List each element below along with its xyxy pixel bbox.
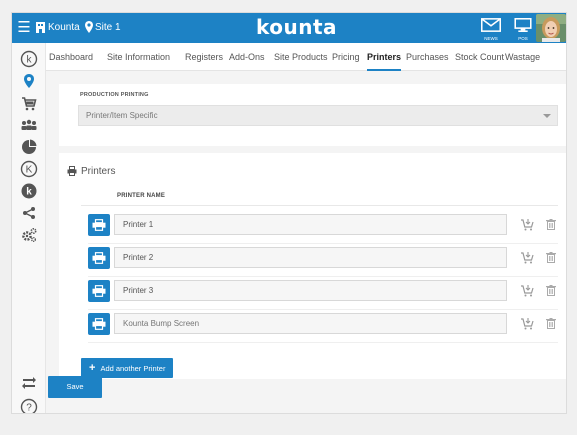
row-divider bbox=[88, 243, 558, 244]
store-icon bbox=[36, 22, 45, 33]
svg-text:k: k bbox=[27, 55, 33, 66]
printer-icon bbox=[92, 318, 106, 330]
row-divider bbox=[88, 342, 558, 343]
tab-dashboard[interactable]: Dashboard bbox=[49, 43, 93, 71]
printer-name-input[interactable] bbox=[114, 313, 507, 334]
tab-site-products[interactable]: Site Products bbox=[274, 43, 328, 71]
production-printing-label: PRODUCTION PRINTING bbox=[80, 92, 149, 98]
news-label: NEWS bbox=[484, 36, 498, 41]
kounta-circle-filled-icon[interactable]: k bbox=[19, 181, 39, 201]
sidebar: k K k ? bbox=[12, 43, 46, 414]
add-printer-button[interactable]: + Add another Printer bbox=[81, 358, 173, 378]
location-pin-icon[interactable] bbox=[19, 71, 39, 91]
printer-icon bbox=[92, 219, 106, 231]
kounta-circle-icon[interactable]: k bbox=[19, 49, 39, 69]
production-printing-panel: PRODUCTION PRINTING Printer/Item Specifi… bbox=[59, 84, 566, 146]
pos-label: POS bbox=[518, 36, 528, 41]
printer-settings-button[interactable] bbox=[88, 280, 110, 302]
news-button[interactable]: NEWS bbox=[478, 17, 504, 41]
monitor-icon bbox=[514, 18, 532, 32]
tab-add-ons[interactable]: Add-Ons bbox=[229, 43, 265, 71]
sync-icon[interactable] bbox=[19, 373, 39, 393]
location-pin-icon bbox=[85, 21, 93, 33]
tab-purchases[interactable]: Purchases bbox=[406, 43, 449, 71]
site-tabs: Dashboard Site Information Registers Add… bbox=[46, 43, 566, 71]
pie-chart-icon[interactable] bbox=[19, 137, 39, 157]
trash-icon[interactable] bbox=[546, 252, 556, 263]
printer-settings-button[interactable] bbox=[88, 247, 110, 269]
chevron-down-icon bbox=[543, 114, 551, 118]
printer-name-input[interactable] bbox=[114, 214, 507, 235]
cart-assign-icon[interactable] bbox=[520, 251, 534, 264]
printer-icon bbox=[92, 285, 106, 297]
printer-row bbox=[88, 311, 558, 343]
printers-panel: Printers PRINTER NAME Printer 1 Printer … bbox=[59, 153, 566, 379]
printer-row bbox=[88, 212, 558, 244]
share-icon[interactable] bbox=[19, 203, 39, 223]
help-icon[interactable]: ? bbox=[19, 397, 39, 414]
tab-wastage[interactable]: Wastage bbox=[505, 43, 540, 71]
printer-row bbox=[88, 278, 558, 310]
printers-heading: Printers bbox=[81, 166, 116, 177]
tab-site-information[interactable]: Site Information bbox=[107, 43, 170, 71]
production-printing-value: Printer/Item Specific bbox=[86, 111, 158, 120]
trash-icon[interactable] bbox=[546, 219, 556, 230]
printer-settings-button[interactable] bbox=[88, 313, 110, 335]
svg-text:?: ? bbox=[26, 403, 32, 414]
cart-assign-icon[interactable] bbox=[520, 317, 534, 330]
tab-printers[interactable]: Printers bbox=[367, 43, 402, 71]
printer-name-input[interactable] bbox=[114, 247, 507, 268]
plus-icon: + bbox=[89, 362, 96, 374]
kounta-circle-outline-icon[interactable]: K bbox=[19, 159, 39, 179]
gears-icon[interactable] bbox=[19, 225, 39, 245]
user-photo bbox=[536, 14, 566, 42]
org-label[interactable]: Kounta bbox=[48, 22, 80, 33]
production-printing-select[interactable]: Printer/Item Specific bbox=[78, 105, 558, 126]
tab-stock-count[interactable]: Stock Count bbox=[455, 43, 504, 71]
cart-icon[interactable] bbox=[19, 93, 39, 113]
trash-icon[interactable] bbox=[546, 318, 556, 329]
tab-registers[interactable]: Registers bbox=[185, 43, 223, 71]
divider bbox=[81, 205, 558, 206]
hamburger-icon[interactable]: ☰ bbox=[16, 19, 32, 37]
envelope-icon bbox=[481, 18, 501, 32]
row-divider bbox=[88, 276, 558, 277]
printer-icon bbox=[92, 252, 106, 264]
save-button[interactable]: Save bbox=[48, 376, 102, 398]
svg-text:K: K bbox=[26, 165, 33, 176]
svg-text:k: k bbox=[26, 187, 32, 198]
avatar[interactable] bbox=[536, 14, 566, 42]
pos-button[interactable]: POS bbox=[510, 17, 536, 41]
printer-name-input[interactable] bbox=[114, 280, 507, 301]
top-bar: ☰ Kounta Site 1 kounta NEWS POS bbox=[12, 13, 566, 43]
people-icon[interactable] bbox=[19, 115, 39, 135]
printer-icon bbox=[67, 166, 77, 176]
printer-name-column-header: PRINTER NAME bbox=[117, 193, 166, 199]
cart-assign-icon[interactable] bbox=[520, 218, 534, 231]
kounta-logo: kounta bbox=[256, 15, 338, 39]
printer-settings-button[interactable] bbox=[88, 214, 110, 236]
tab-pricing[interactable]: Pricing bbox=[332, 43, 360, 71]
site-label[interactable]: Site 1 bbox=[95, 22, 121, 33]
row-divider bbox=[88, 309, 558, 310]
cart-assign-icon[interactable] bbox=[520, 284, 534, 297]
printer-row bbox=[88, 245, 558, 277]
trash-icon[interactable] bbox=[546, 285, 556, 296]
app-window: ☰ Kounta Site 1 kounta NEWS POS k K k ? … bbox=[11, 12, 567, 414]
add-printer-label: Add another Printer bbox=[100, 364, 166, 373]
